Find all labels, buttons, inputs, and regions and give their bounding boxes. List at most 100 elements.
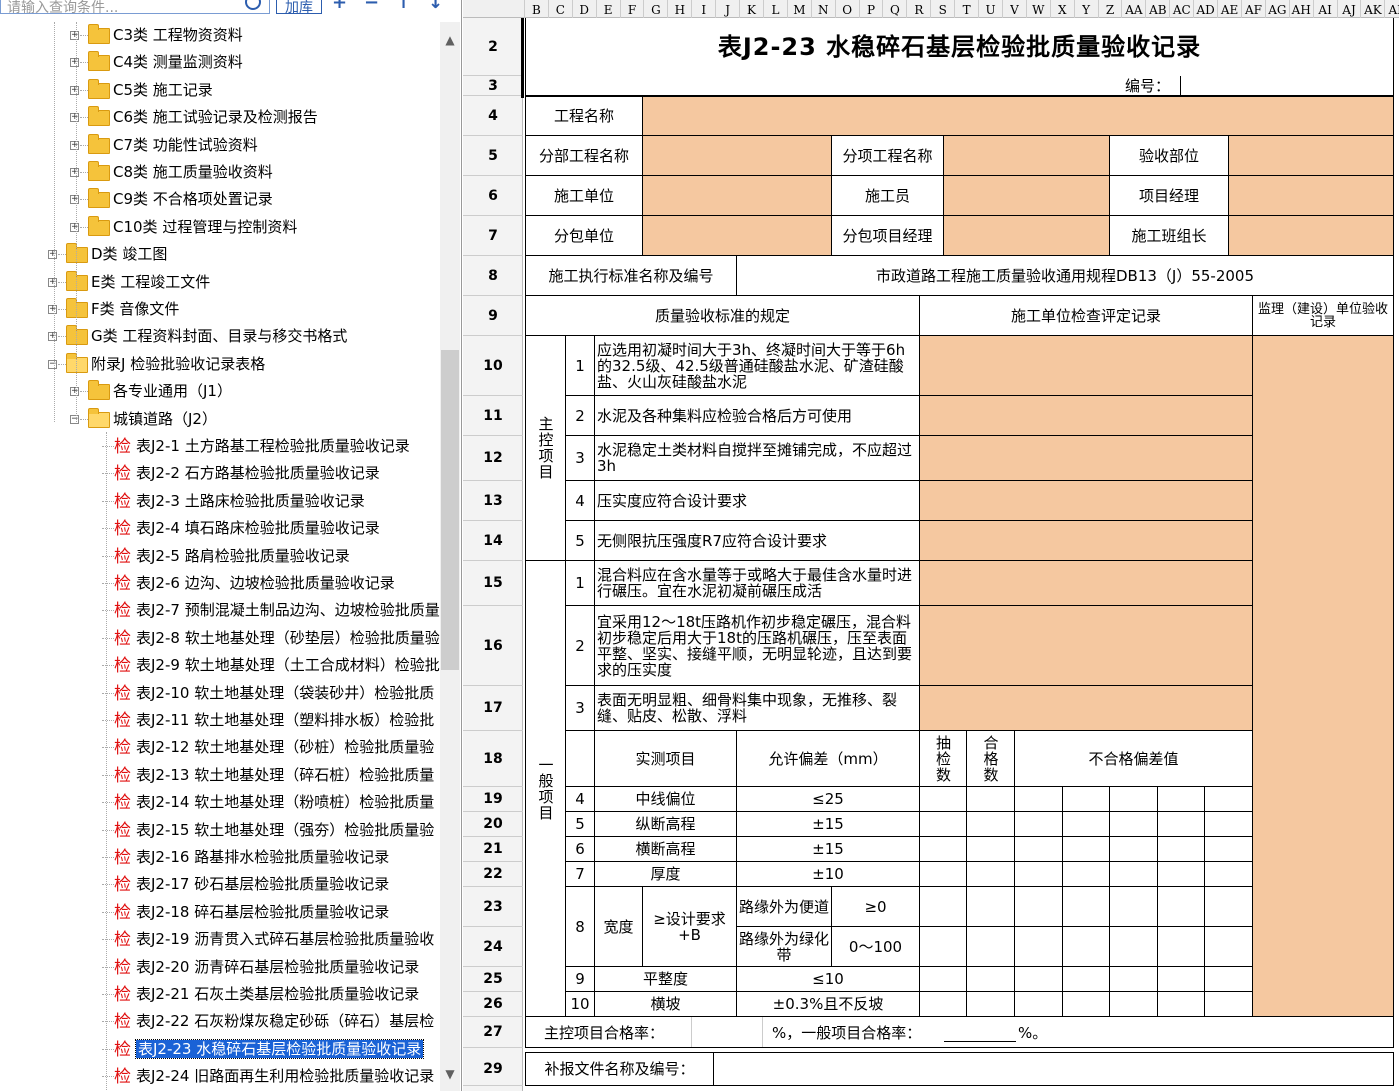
row-header-cell[interactable]: 15 — [463, 561, 523, 606]
tree-item[interactable]: 检表J2-5 路肩检验批质量验收记录 — [0, 543, 440, 570]
expand-icon[interactable]: + — [70, 387, 79, 397]
expand-icon[interactable]: + — [48, 277, 57, 287]
expand-icon[interactable]: + — [48, 305, 57, 314]
column-header-cell[interactable]: Z — [1099, 0, 1123, 18]
collapse-icon[interactable]: − — [48, 359, 57, 369]
measure-value-cell[interactable] — [1015, 992, 1063, 1017]
expand-icon[interactable]: + — [70, 58, 79, 68]
row-header-cell[interactable]: 12 — [463, 436, 523, 481]
row-header-cell[interactable]: 24 — [463, 927, 523, 967]
row-header-cell[interactable]: 14 — [463, 521, 523, 561]
column-header-cell[interactable]: D — [573, 0, 597, 18]
measure-value-cell[interactable] — [1205, 812, 1253, 837]
tree-item[interactable]: 检表J2-9 软土地基处理（土工合成材料）检验批 — [0, 652, 440, 679]
measure-value-cell[interactable] — [1158, 787, 1205, 812]
plus-icon[interactable]: + — [332, 0, 347, 12]
measure-value-cell[interactable] — [1015, 837, 1063, 862]
column-header-cell[interactable]: M — [788, 0, 812, 18]
measure-value-cell[interactable] — [920, 887, 967, 927]
row-header-cell[interactable]: 29 — [463, 1052, 523, 1086]
row-header-cell[interactable]: 3 — [463, 76, 523, 96]
column-header-cell[interactable]: G — [645, 0, 669, 18]
team-leader-input[interactable] — [1229, 216, 1394, 256]
search-input[interactable]: 请输入查询条件... — [0, 0, 270, 14]
row-header-cell[interactable]: 2 — [463, 18, 523, 76]
serial-input[interactable] — [1180, 76, 1394, 96]
tree-folder[interactable]: + C10类 过程管理与控制资料 — [0, 214, 440, 241]
project-manager-input[interactable] — [1229, 176, 1394, 216]
row-header-cell[interactable]: 27 — [463, 1017, 523, 1048]
column-header-cell[interactable]: AH — [1290, 0, 1314, 18]
tree-folder[interactable]: + F类 音像文件 — [0, 296, 440, 323]
tree-folder[interactable]: + C9类 不合格项处置记录 — [0, 186, 440, 213]
standard-value[interactable]: 市政道路工程施工质量验收通用规程DB13（J）55-2005 — [737, 256, 1394, 296]
measure-value-cell[interactable] — [1015, 862, 1063, 887]
row-header-cell[interactable]: 26 — [463, 992, 523, 1017]
column-header-cell[interactable]: O — [836, 0, 860, 18]
measure-value-cell[interactable] — [1015, 927, 1063, 967]
tree-folder[interactable]: + D类 竣工图 — [0, 241, 440, 268]
worker-input[interactable] — [944, 176, 1110, 216]
measure-value-cell[interactable] — [1015, 787, 1063, 812]
tree-item[interactable]: 检表J2-23 水稳碎石基层检验批质量验收记录 — [0, 1036, 440, 1063]
measure-value-cell[interactable] — [1158, 837, 1205, 862]
measure-value-cell[interactable] — [1158, 812, 1205, 837]
subcontractor-input[interactable] — [643, 216, 832, 256]
general-rate-input[interactable] — [944, 1041, 1016, 1042]
column-header-cell[interactable]: AE — [1218, 0, 1242, 18]
column-header-cell[interactable]: AB — [1146, 0, 1171, 18]
main-item-check[interactable] — [920, 336, 1253, 396]
measure-value-cell[interactable] — [1205, 862, 1253, 887]
expand-icon[interactable]: + — [48, 332, 57, 342]
row-header-cell[interactable]: 17 — [463, 686, 523, 731]
row-header-cell[interactable]: 13 — [463, 481, 523, 521]
column-header-cell[interactable]: P — [860, 0, 884, 18]
tree-item[interactable]: 检表J2-10 软土地基处理（袋装砂井）检验批质 — [0, 680, 440, 707]
main-rate-input[interactable] — [691, 1017, 763, 1047]
measure-value-cell[interactable] — [1063, 837, 1110, 862]
arrow-down-icon[interactable]: ↓ — [428, 0, 443, 12]
scroll-up-icon[interactable]: ▲ — [440, 30, 460, 50]
expand-icon[interactable]: + — [70, 168, 79, 177]
column-header-cell[interactable]: E — [597, 0, 621, 18]
supplement-input[interactable] — [714, 1052, 1394, 1086]
tree-item[interactable]: 检表J2-4 填石路床检验批质量验收记录 — [0, 515, 440, 542]
measure-value-cell[interactable] — [1205, 887, 1253, 927]
expand-icon[interactable]: + — [70, 222, 79, 232]
column-header-cell[interactable]: N — [812, 0, 836, 18]
expand-icon[interactable]: + — [70, 31, 79, 40]
supervisor-record[interactable] — [1253, 336, 1394, 1017]
row-header-cell[interactable]: 21 — [463, 837, 523, 862]
column-header-cell[interactable]: AA — [1123, 0, 1147, 18]
measure-value-cell[interactable] — [1158, 927, 1205, 967]
measure-value-cell[interactable] — [1110, 887, 1158, 927]
tree-item[interactable]: 检表J2-24 旧路面再生利用检验批质量验收记录 — [0, 1063, 440, 1090]
row-header-cell[interactable]: 11 — [463, 396, 523, 436]
general-item-check[interactable] — [920, 686, 1253, 731]
measure-value-cell[interactable] — [1110, 837, 1158, 862]
collapse-icon[interactable]: − — [70, 414, 79, 424]
column-header-cell[interactable]: I — [692, 0, 717, 18]
column-header-cell[interactable]: AI — [1314, 0, 1338, 18]
row-header-cell[interactable]: 23 — [463, 887, 523, 927]
tree-item[interactable]: 检表J2-15 软土地基处理（强夯）检验批质量验 — [0, 817, 440, 844]
measure-value-cell[interactable] — [1110, 787, 1158, 812]
tree-item[interactable]: 检表J2-6 边沟、边坡检验批质量验收记录 — [0, 570, 440, 597]
project-name-input[interactable] — [643, 96, 1394, 136]
measure-value-cell[interactable] — [1158, 967, 1205, 992]
measure-value-cell[interactable] — [967, 787, 1015, 812]
expand-icon[interactable]: + — [70, 195, 79, 205]
minus-icon[interactable]: − — [364, 0, 379, 12]
column-header-cell[interactable]: X — [1051, 0, 1075, 18]
column-header-cell[interactable]: H — [668, 0, 693, 18]
measure-value-cell[interactable] — [1015, 887, 1063, 927]
column-header-cell[interactable]: AL — [1385, 0, 1399, 18]
column-header-cell[interactable]: AD — [1194, 0, 1219, 18]
measure-value-cell[interactable] — [920, 862, 967, 887]
main-item-check[interactable] — [920, 436, 1253, 481]
tree-folder[interactable]: − 附录J 检验批验收记录表格 — [0, 351, 440, 378]
row-header-cell[interactable]: 25 — [463, 967, 523, 992]
measure-value-cell[interactable] — [1015, 812, 1063, 837]
tree-item[interactable]: 检表J2-14 软土地基处理（粉喷桩）检验批质量 — [0, 789, 440, 816]
add-library-button[interactable]: 加库 — [276, 0, 322, 16]
